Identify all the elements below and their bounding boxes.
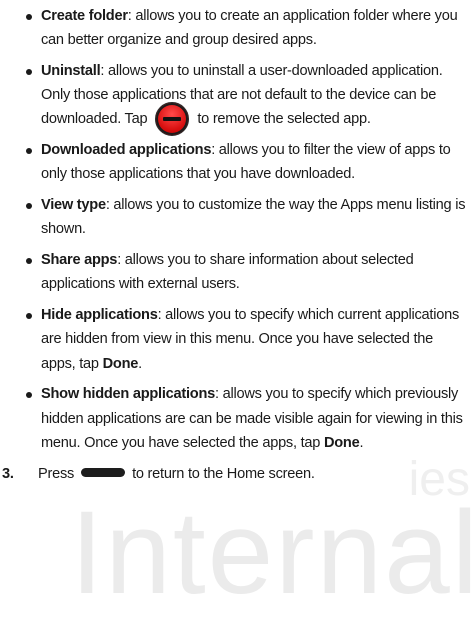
- description-end: to remove the selected app.: [197, 111, 371, 128]
- list-item-downloaded-applications: Downloaded applications: allows you to f…: [0, 138, 474, 186]
- watermark: Internal: [70, 487, 474, 619]
- term: Share apps: [41, 252, 118, 269]
- step-number: 3.: [2, 465, 14, 482]
- remove-app-icon: [155, 101, 190, 136]
- step-text: Press: [38, 465, 75, 482]
- bullet-icon: [26, 69, 32, 75]
- bullet-icon: [26, 203, 32, 210]
- term: Create folder: [41, 8, 128, 24]
- step-text-end: to return to the Home screen.: [132, 465, 315, 482]
- bullet-icon: [26, 258, 32, 265]
- bullet-icon: [26, 148, 32, 155]
- home-key-icon: [81, 468, 126, 478]
- list-item-show-hidden-applications: Show hidden applications: allows you to …: [0, 382, 474, 455]
- list-item-share-apps: Share apps: allows you to share informat…: [0, 248, 474, 296]
- term: Hide applications: [41, 307, 158, 324]
- description-end: .: [138, 355, 142, 372]
- term: Downloaded applications: [41, 142, 212, 159]
- list-item-uninstall: Uninstall: allows you to uninstall a use…: [0, 59, 474, 136]
- document-body: Create folder: allows you to create an a…: [0, 0, 474, 486]
- done-label: Done: [102, 355, 139, 372]
- step-3: 3. Press to return to the Home screen.: [0, 462, 474, 486]
- done-label: Done: [323, 434, 360, 451]
- bullet-icon: [26, 313, 32, 320]
- list-item-hide-applications: Hide applications: allows you to specify…: [0, 303, 474, 376]
- list-item-create-folder: Create folder: allows you to create an a…: [0, 4, 474, 52]
- bullet-icon: [26, 14, 32, 20]
- term: Show hidden applications: [41, 386, 215, 403]
- term: View type: [41, 197, 106, 214]
- list-item-view-type: View type: allows you to customize the w…: [0, 193, 474, 241]
- description-end: .: [359, 434, 364, 451]
- term: Uninstall: [41, 63, 101, 79]
- bullet-icon: [26, 392, 32, 399]
